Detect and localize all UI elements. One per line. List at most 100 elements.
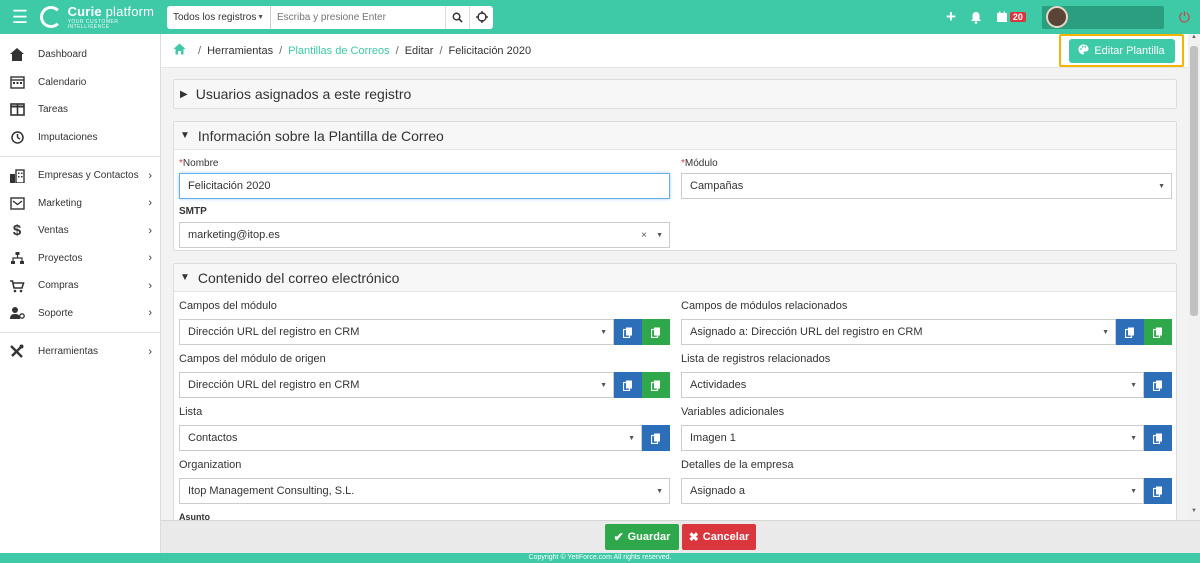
sidebar-item-calendario[interactable]: Calendario [0, 69, 160, 97]
chevron-down-icon: ▼ [600, 328, 607, 336]
crosshair-icon[interactable] [469, 5, 493, 29]
copy-button[interactable] [614, 372, 642, 398]
copy-value-button[interactable] [1144, 319, 1172, 345]
sidebar-item-proyectos[interactable]: Proyectos › [0, 245, 160, 273]
sidebar-item-label: Marketing [38, 197, 82, 209]
scroll-down-icon[interactable]: ▼ [1188, 508, 1200, 518]
sidebar-item-empresas[interactable]: Empresas y Contactos › [0, 162, 160, 190]
smtp-select[interactable]: marketing@itop.es × ▼ [179, 222, 670, 248]
email-content-title: Contenido del correo electrónico [197, 269, 400, 286]
breadcrumb-item-herramientas[interactable]: Herramientas [207, 45, 273, 57]
chevron-down-icon: ▼ [180, 130, 190, 141]
chevron-right-icon: › [148, 345, 152, 358]
menu-toggle-icon[interactable]: ☰ [0, 0, 40, 34]
sidebar-item-imputaciones[interactable]: Imputaciones [0, 124, 160, 152]
bell-icon[interactable] [970, 11, 982, 24]
copy-button[interactable] [1144, 425, 1172, 451]
extra-vars-select[interactable]: Imagen 1 ▼ [681, 425, 1144, 451]
save-button[interactable]: ✔ Guardar [605, 524, 679, 550]
email-content-header[interactable]: ▼ Contenido del correo electrónico [174, 264, 1176, 292]
sidebar-item-marketing[interactable]: Marketing › [0, 190, 160, 218]
calendar-icon[interactable]: 20 [996, 11, 1026, 23]
copy-button[interactable] [1144, 372, 1172, 398]
calendar-icon [8, 74, 26, 90]
search-scope-select[interactable]: Todos los registros ▼ [167, 5, 271, 29]
users-panel: ▶ Usuarios asignados a este registro [173, 79, 1177, 109]
copy-button[interactable] [1116, 319, 1144, 345]
copy-value-button[interactable] [642, 372, 670, 398]
top-navbar: ☰ Curie platform YOUR CUSTOMER INTELLIGE… [0, 0, 1200, 34]
copy-button[interactable] [642, 425, 670, 451]
clear-icon[interactable]: × [641, 230, 647, 241]
add-icon[interactable]: + [946, 7, 956, 27]
company-details-select[interactable]: Asignado a ▼ [681, 478, 1144, 504]
sidebar-item-label: Ventas [38, 225, 69, 237]
global-search-input[interactable] [271, 5, 445, 29]
cancel-button[interactable]: ✖ Cancelar [682, 524, 756, 550]
sidebar-item-dashboard[interactable]: Dashboard [0, 41, 160, 69]
list-select[interactable]: Contactos ▼ [179, 425, 642, 451]
dollar-icon: $ [12, 222, 22, 240]
palette-icon [1078, 44, 1089, 58]
save-label: Guardar [627, 531, 671, 543]
copy-button[interactable] [614, 319, 642, 345]
chevron-down-icon: ▼ [1130, 487, 1137, 495]
logout-icon[interactable]: ⏻ [1179, 9, 1190, 26]
scroll-thumb[interactable] [1190, 46, 1198, 316]
template-info-title: Información sobre la Plantilla de Correo [197, 127, 444, 144]
name-field[interactable]: Felicitación 2020 [179, 173, 670, 199]
search-icon[interactable] [445, 5, 469, 29]
related-module-fields-label: Campos de módulos relacionados [681, 300, 848, 312]
search-scope-value: Todos los registros [173, 11, 257, 23]
copy-icon [1153, 486, 1162, 497]
related-records-value: Actividades [690, 379, 747, 391]
source-module-fields-select[interactable]: Dirección URL del registro en CRM ▼ [179, 372, 614, 398]
users-panel-header[interactable]: ▶ Usuarios asignados a este registro [174, 80, 1176, 108]
chevron-right-icon: ▶ [180, 88, 188, 100]
module-value: Campañas [690, 180, 744, 192]
edit-template-highlight: Editar Plantilla [1059, 34, 1184, 67]
related-module-fields-select[interactable]: Asignado a: Dirección URL del registro e… [681, 319, 1116, 345]
brand-logo[interactable]: Curie platform YOUR CUSTOMER INTELLIGENC… [40, 5, 160, 30]
history-icon [8, 129, 26, 145]
copy-value-button[interactable] [642, 319, 670, 345]
sidebar-item-compras[interactable]: Compras › [0, 272, 160, 300]
copy-button[interactable] [1144, 478, 1172, 504]
scroll-up-icon[interactable]: ▲ [1188, 34, 1200, 44]
copy-icon [651, 327, 660, 338]
sidebar-item-herramientas[interactable]: Herramientas › [0, 338, 160, 366]
organization-select[interactable]: Itop Management Consulting, S.L. ▼ [179, 478, 670, 504]
sidebar-item-label: Empresas y Contactos [38, 170, 139, 182]
chevron-down-icon: ▼ [1158, 182, 1165, 190]
brand-mark-icon [40, 6, 62, 28]
user-menu[interactable] [1041, 5, 1164, 29]
chevron-right-icon: › [148, 252, 152, 265]
name-value: Felicitación 2020 [188, 180, 271, 192]
edit-template-button[interactable]: Editar Plantilla [1068, 38, 1175, 63]
module-fields-label: Campos del módulo [179, 300, 277, 312]
module-fields-select[interactable]: Dirección URL del registro en CRM ▼ [179, 319, 614, 345]
chevron-down-icon: ▼ [180, 272, 190, 283]
edit-template-label: Editar Plantilla [1094, 44, 1165, 57]
copy-icon [1125, 327, 1134, 338]
chevron-down-icon: ▼ [257, 13, 264, 21]
breadcrumb-item-plantillas[interactable]: Plantillas de Correos [288, 45, 390, 57]
sidebar-item-soporte[interactable]: Soporte › [0, 300, 160, 328]
related-records-select[interactable]: Actividades ▼ [681, 372, 1144, 398]
breadcrumb-item-editar: Editar [404, 44, 434, 57]
breadcrumb-item-record: Felicitación 2020 [448, 44, 532, 57]
chevron-right-icon: › [148, 279, 152, 292]
cancel-label: Cancelar [702, 531, 750, 543]
sidebar: Dashboard Calendario Tareas Imputaciones… [0, 34, 161, 553]
home-icon[interactable] [173, 43, 186, 58]
module-select[interactable]: Campañas ▼ [681, 173, 1172, 199]
sidebar-item-tareas[interactable]: Tareas [0, 96, 160, 124]
chevron-down-icon: ▼ [600, 381, 607, 389]
organization-value: Itop Management Consulting, S.L. [188, 485, 355, 497]
template-info-header[interactable]: ▼ Información sobre la Plantilla de Corr… [174, 122, 1176, 150]
mail-box-icon [8, 195, 26, 211]
page-scrollbar[interactable]: ▲ ▼ [1188, 34, 1200, 520]
sidebar-item-ventas[interactable]: $ Ventas › [0, 217, 160, 245]
chevron-down-icon: ▼ [628, 434, 635, 442]
cart-icon [8, 278, 26, 294]
